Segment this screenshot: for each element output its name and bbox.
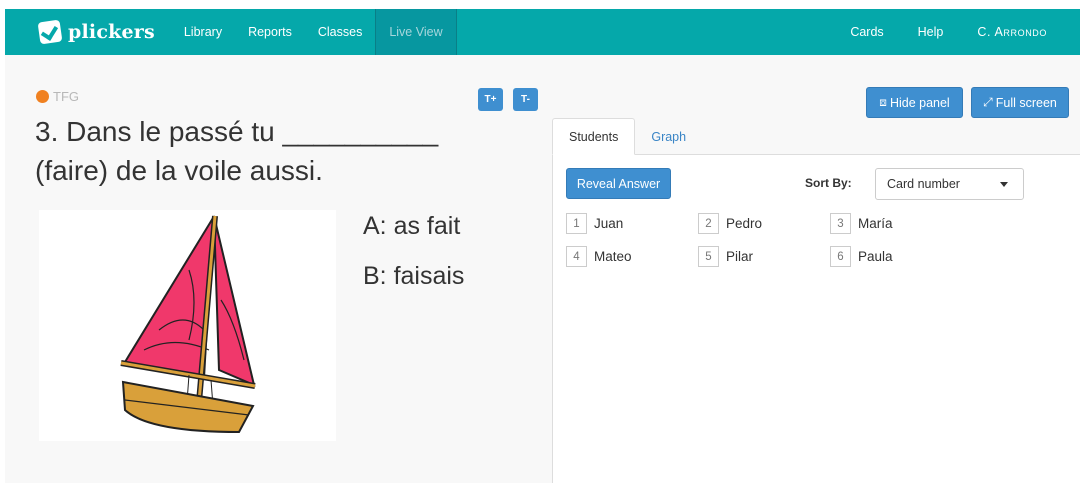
hide-panel-icon: ⧈ [879,95,887,109]
card-number: 5 [698,246,719,267]
card-number: 6 [830,246,851,267]
students-panel [552,154,1080,483]
sort-by-value: Card number [887,177,960,191]
tab-students[interactable]: Students [552,118,636,155]
student-name: María [858,216,893,231]
sort-by-label: Sort By: [805,176,852,190]
student-name: Pilar [726,249,754,264]
nav-item-cards[interactable]: Cards [833,9,900,55]
student-name: Pedro [726,216,763,231]
plickers-logo-icon [37,19,63,45]
user-menu[interactable]: C. Arrondo [960,9,1080,55]
panel-tabs: Students Graph [552,118,702,155]
question-tag: TFG [36,89,79,104]
full-screen-button[interactable]: ⤢ Full screen [971,87,1069,118]
choice-a: A: as fait [363,212,461,240]
caret-down-icon [1000,182,1008,187]
decrease-font-button[interactable]: T- [513,88,538,111]
tag-label: TFG [53,89,79,104]
tag-color-dot [36,90,49,103]
choice-b: B: faisais [363,262,465,290]
nav-item-live-view[interactable]: Live View [375,9,457,55]
student-item[interactable]: 4 Mateo [566,246,632,267]
nav-item-help[interactable]: Help [901,9,961,55]
card-number: 4 [566,246,587,267]
card-number: 1 [566,213,587,234]
question-line-2: (faire) de la voile aussi. [35,155,323,186]
tab-graph[interactable]: Graph [635,118,702,155]
top-navbar: plickers Library Reports Classes Live Vi… [5,9,1080,55]
sort-by-select[interactable]: Card number [875,168,1024,200]
nav-item-reports[interactable]: Reports [235,9,305,55]
student-item[interactable]: 6 Paula [830,246,893,267]
student-item[interactable]: 2 Pedro [698,213,762,234]
student-item[interactable]: 5 Pilar [698,246,753,267]
student-item[interactable]: 1 Juan [566,213,623,234]
increase-font-button[interactable]: T+ [478,88,503,111]
student-name: Paula [858,249,893,264]
question-image [39,210,336,441]
hide-panel-button[interactable]: ⧈ Hide panel [866,87,963,118]
card-number: 3 [830,213,851,234]
brand-name: plickers [68,21,155,43]
expand-icon: ⤢ [983,95,993,109]
reveal-answer-button[interactable]: Reveal Answer [566,168,671,199]
hide-panel-label: Hide panel [889,95,950,110]
full-screen-label: Full screen [995,95,1057,110]
sailboat-image-icon [120,215,256,434]
student-name: Mateo [594,249,632,264]
brand-logo[interactable]: plickers [37,9,155,55]
question-text: 3. Dans le passé tu __________ (faire) d… [35,112,505,190]
nav-item-classes[interactable]: Classes [305,9,375,55]
nav-item-library[interactable]: Library [171,9,235,55]
student-item[interactable]: 3 María [830,213,893,234]
student-name: Juan [594,216,624,231]
card-number: 2 [698,213,719,234]
question-line-1: 3. Dans le passé tu __________ [35,116,439,147]
